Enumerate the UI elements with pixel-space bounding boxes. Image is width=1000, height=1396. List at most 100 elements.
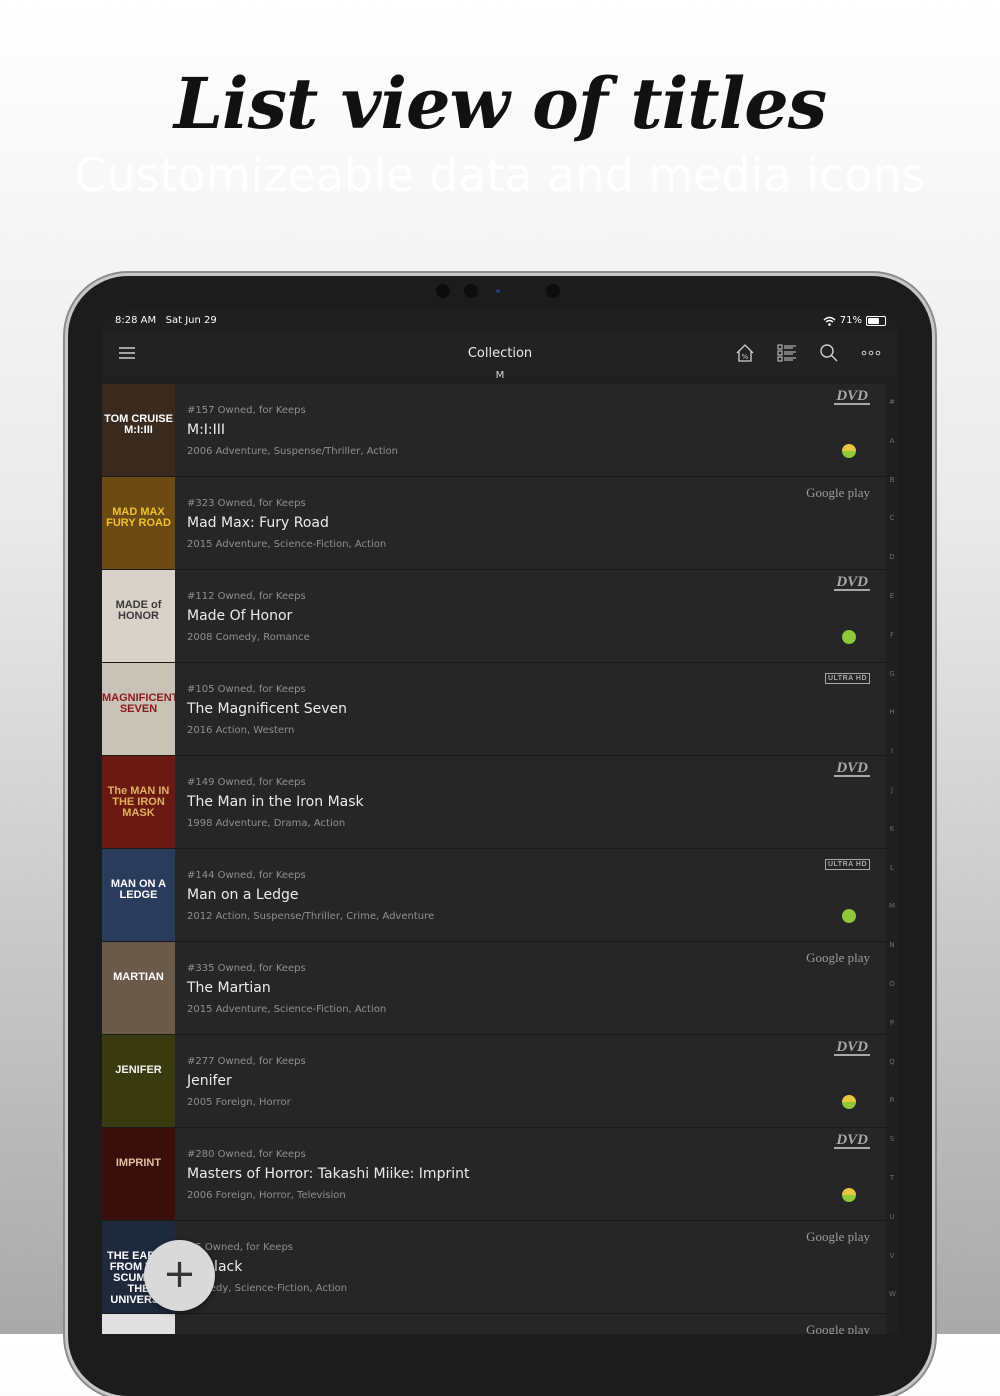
index-letter[interactable]: R [889, 1096, 895, 1104]
item-title: Jenifer [187, 1073, 232, 1089]
title-list: TOM CRUISE M:I:III #157 Owned, for Keeps M… [102, 384, 886, 1334]
poster-title-text: TOM CRUISE M:I:III [104, 413, 173, 436]
index-letter[interactable]: T [889, 1174, 895, 1182]
item-details: 2008 Comedy, Romance [187, 632, 310, 643]
battery-percent: 71% [839, 315, 862, 326]
wifi-icon [823, 316, 836, 326]
index-letter[interactable]: P [889, 1019, 895, 1027]
index-letter[interactable]: J [889, 786, 895, 794]
status-dot-icon [842, 1095, 856, 1109]
index-letter[interactable]: M [889, 902, 895, 910]
index-letter[interactable]: I [889, 747, 895, 755]
index-letter[interactable]: # [889, 398, 895, 406]
list-item[interactable]: IMPRINT #280 Owned, for Keeps Masters of H… [102, 1128, 886, 1221]
index-letter[interactable]: V [889, 1252, 895, 1260]
search-icon[interactable] [816, 340, 842, 366]
item-details: 2015 Adventure, Science-Fiction, Action [187, 1004, 387, 1015]
ultra-hd-icon: ULTRA HD [825, 859, 870, 870]
index-letter[interactable]: N [889, 941, 895, 949]
promo-subheadline: Customizeable data and media icons [74, 148, 926, 202]
add-title-button[interactable]: + [144, 1240, 215, 1311]
item-details: 2006 Foreign, Horror, Television [187, 1190, 346, 1201]
poster-image: MAN ON A LEDGE [102, 849, 175, 941]
item-title: The Man in the Iron Mask [187, 794, 364, 810]
item-meta: #157 Owned, for Keeps [187, 405, 306, 416]
item-meta: #323 Owned, for Keeps [187, 498, 306, 509]
home-percent-icon[interactable]: % [732, 340, 758, 366]
list-item[interactable]: TOM CRUISE M:I:III #157 Owned, for Keeps M… [102, 384, 886, 477]
list-item[interactable]: MEN IN BLACK Google play [102, 1314, 886, 1334]
list-item[interactable]: MAN ON A LEDGE #144 Owned, for Keeps Man o… [102, 849, 886, 942]
index-letter[interactable]: D [889, 553, 895, 561]
item-meta: #112 Owned, for Keeps [187, 591, 306, 602]
item-meta: #105 Owned, for Keeps [187, 684, 306, 695]
status-dot-icon [842, 630, 856, 644]
item-meta: #149 Owned, for Keeps [187, 777, 306, 788]
dvd-icon: DVD [834, 1039, 870, 1056]
poster-title-text: MAN ON A LEDGE [110, 878, 167, 901]
item-title: M:I:III [187, 422, 226, 438]
item-details: 2006 Adventure, Suspense/Thriller, Actio… [187, 446, 399, 457]
svg-text:%: % [742, 353, 749, 361]
index-letter[interactable]: Q [889, 1058, 895, 1066]
google-play-icon: Google play [806, 485, 870, 500]
index-letter[interactable]: K [889, 825, 895, 833]
index-letter[interactable]: U [889, 1213, 895, 1221]
item-title: Masters of Horror: Takashi Miike: Imprin… [187, 1166, 470, 1182]
dvd-icon: DVD [834, 1132, 870, 1149]
status-bar: 8:28 AM Sat Jun 29 71% [102, 310, 898, 332]
index-letter[interactable]: S [889, 1135, 895, 1143]
item-title: Man on a Ledge [187, 887, 299, 903]
poster-image: MAGNIFICENT SEVEN [102, 663, 175, 755]
list-view-icon[interactable] [774, 340, 800, 366]
item-title: The Magnificent Seven [187, 701, 348, 717]
promo-headline: List view of titles [173, 62, 827, 145]
index-letter[interactable]: C [889, 514, 895, 522]
status-time: 8:28 AM [115, 315, 157, 326]
alphabet-index[interactable]: # A B C D E F G H I J K L M N O P Q R S T U V W [886, 384, 898, 1334]
item-meta: #335 Owned, for Keeps [187, 963, 306, 974]
item-details: 2012 Action, Suspense/Thriller, Crime, A… [187, 911, 435, 922]
index-letter[interactable]: E [889, 592, 895, 600]
item-details: 1998 Adventure, Drama, Action [187, 818, 346, 829]
index-letter[interactable]: W [889, 1290, 896, 1298]
list-item[interactable]: THE EARTH FROM THE SCUM OF THE UNIVERSE #… [102, 1221, 886, 1314]
index-letter[interactable]: B [889, 476, 895, 484]
list-item[interactable]: MARTIAN #335 Owned, for Keeps The Martian 2… [102, 942, 886, 1035]
status-date: Sat Jun 29 [165, 315, 217, 326]
poster-image: JENIFER [102, 1035, 175, 1127]
list-item[interactable]: MAD MAX FURY ROAD #323 Owned, for Keeps Ma… [102, 477, 886, 570]
item-details: 2016 Action, Western [187, 725, 295, 736]
index-letter[interactable]: L [889, 864, 895, 872]
google-play-icon: Google play [806, 1322, 870, 1334]
poster-title-text: MAGNIFICENT SEVEN [102, 692, 175, 715]
list-item[interactable]: JENIFER #277 Owned, for Keeps Jenifer 2005 … [102, 1035, 886, 1128]
item-meta: #144 Owned, for Keeps [187, 870, 306, 881]
poster-image: The MAN IN THE IRON MASK [102, 756, 175, 848]
list-item[interactable]: MADE of HONOR #112 Owned, for Keeps Made O… [102, 570, 886, 663]
poster-image: TOM CRUISE M:I:III [102, 384, 175, 476]
poster-title-text: MAD MAX FURY ROAD [106, 506, 171, 529]
list-item[interactable]: The MAN IN THE IRON MASK #149 Owned, for … [102, 756, 886, 849]
item-title: Mad Max: Fury Road [187, 515, 329, 531]
item-title: The Martian [187, 980, 271, 996]
list-item[interactable]: MAGNIFICENT SEVEN #105 Owned, for Keeps Th… [102, 663, 886, 756]
app-screen: 8:28 AM Sat Jun 29 71% Collection % M TO… [102, 310, 898, 1334]
more-icon[interactable] [858, 340, 884, 366]
index-letter[interactable]: H [889, 708, 895, 716]
index-letter[interactable]: A [889, 437, 895, 445]
item-details: 2005 Foreign, Horror [187, 1097, 291, 1108]
item-meta: #277 Owned, for Keeps [187, 1056, 306, 1067]
poster-title-text: MADE of HONOR [115, 599, 162, 622]
index-letter[interactable]: O [889, 980, 895, 988]
index-letter[interactable]: G [889, 670, 895, 678]
battery-icon [866, 315, 886, 326]
sensor-icon [546, 284, 560, 298]
item-meta: #280 Owned, for Keeps [187, 1149, 306, 1160]
index-letter[interactable]: F [889, 631, 895, 639]
status-dot-icon [842, 444, 856, 458]
poster-image: MAD MAX FURY ROAD [102, 477, 175, 569]
poster-title-text: MARTIAN [113, 971, 164, 983]
status-dot-icon [842, 909, 856, 923]
dvd-icon: DVD [834, 760, 870, 777]
